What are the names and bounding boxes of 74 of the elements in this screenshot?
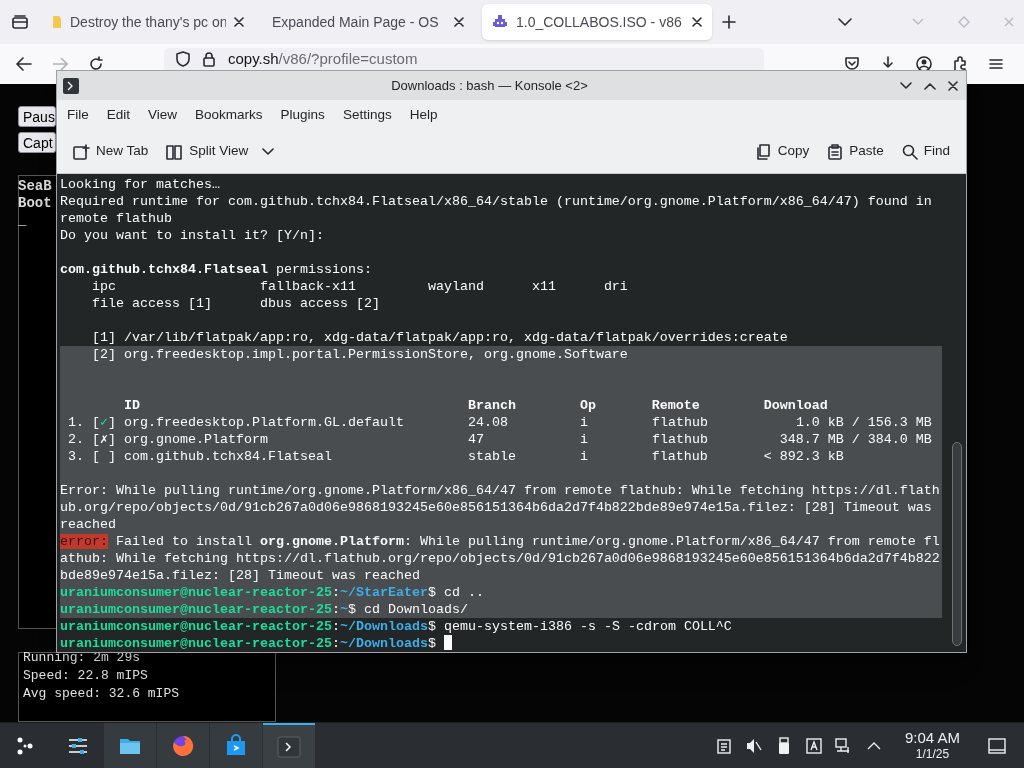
split-view-icon — [166, 143, 184, 160]
terminal-line: uraniumconsumer@nuclear-reactor-25:~/Downloads$ — [60, 635, 942, 652]
extensions-icon[interactable] — [952, 56, 968, 72]
terminal-line: [1] /var/lib/flatpak/app:ro, xdg-data/flatpak/app:ro, xdg-data/flatpak/overrides:create — [91, 329, 789, 346]
terminal-view[interactable] — [57, 174, 966, 652]
chevron-down-icon — [262, 147, 275, 156]
screen-text: SeaB — [18, 178, 52, 195]
close-icon[interactable] — [454, 17, 464, 27]
clock-time[interactable]: 9:04 AM — [904, 729, 960, 746]
toolbar-button[interactable]: New Tab — [67, 136, 155, 167]
terminal-line: com.github.tchx84.Flatseal permissions: — [60, 261, 373, 278]
taskbar-button[interactable] — [104, 722, 156, 768]
account-icon[interactable] — [916, 56, 932, 72]
terminal-icon — [277, 734, 301, 759]
toolbar-button[interactable]: Find — [895, 136, 956, 167]
clipboard-icon[interactable] — [714, 736, 733, 755]
minimize-icon[interactable] — [900, 81, 912, 90]
maximize-icon[interactable] — [924, 81, 936, 90]
terminal-line: file access [1] dbus access [2] — [91, 295, 381, 312]
toolbar-button[interactable]: Copy — [749, 136, 816, 167]
reload-icon[interactable] — [88, 56, 104, 72]
browser-icon — [171, 733, 195, 758]
terminal-icon — [63, 77, 79, 94]
pocket-icon[interactable] — [844, 56, 860, 72]
screen-text: _ — [18, 212, 27, 229]
menu-item[interactable]: Help — [401, 102, 446, 128]
menu-item[interactable]: Plugins — [272, 102, 333, 128]
tab-overview-icon[interactable] — [12, 15, 28, 29]
menu-icon[interactable] — [988, 56, 1004, 72]
menu-item[interactable]: File — [59, 102, 97, 128]
window-title: Downloads : bash — Konsole <2> — [390, 76, 589, 95]
shield-icon — [176, 51, 190, 67]
menu-item[interactable]: Bookmarks — [187, 102, 271, 128]
terminal-line: Required runtime for com.github.tchx84.Flatseal/x86_64/stable (runtime/org.gnome.Platform/x86_64/47) found in — [60, 193, 933, 210]
toolbar-button[interactable]: Paste — [821, 136, 890, 167]
page-button[interactable]: Capt — [18, 132, 56, 153]
browser-tab[interactable]: Expanded Main Page - OS — [262, 4, 474, 40]
menu-item[interactable]: Settings — [334, 102, 400, 128]
copy-icon — [755, 143, 772, 160]
taskbar-button[interactable] — [263, 722, 315, 768]
menu-item[interactable]: Edit — [98, 102, 139, 128]
taskbar-button[interactable] — [157, 722, 209, 768]
stats-text: Avg speed: 32.6 mIPS — [23, 685, 181, 703]
browser-tab[interactable]: Destroy the thany's pc on — [42, 4, 254, 40]
scrollbar-thumb[interactable] — [952, 442, 962, 646]
terminal-line: remote flathub — [60, 210, 173, 227]
terminal-line: uraniumconsumer@nuclear-reactor-25:~/Downloads$ qemu-system-i386 -s -S -cdrom COLL^C — [60, 618, 733, 635]
shopping-bag-icon — [224, 733, 248, 758]
close-icon[interactable] — [948, 80, 958, 91]
menu-item[interactable]: View — [140, 102, 186, 128]
screen-text: Boot — [18, 195, 52, 212]
page-icon — [52, 15, 62, 29]
stats-text: Speed: 22.8 mIPS — [23, 667, 149, 685]
toolbar-button[interactable]: Split View — [160, 136, 281, 167]
clock-date[interactable]: 1/1/25 — [915, 745, 950, 762]
address-bar[interactable]: copy.sh/v86/?profile=custom — [164, 48, 764, 70]
keyboard-layout-icon[interactable] — [804, 736, 823, 755]
close-icon[interactable] — [234, 17, 244, 27]
back-icon[interactable] — [16, 57, 32, 71]
terminal-line: Looking for matches… — [60, 176, 221, 193]
show-desktop-icon[interactable] — [988, 736, 1006, 755]
new-tab-icon[interactable] — [722, 15, 736, 29]
clipboard-icon — [827, 143, 844, 160]
forward-icon — [52, 57, 68, 71]
lock-icon — [202, 51, 216, 67]
search-icon — [901, 143, 918, 160]
close-icon[interactable] — [692, 17, 702, 27]
new-tab-icon — [73, 143, 90, 160]
chevron-down-icon[interactable] — [838, 18, 852, 26]
terminal-line: ipc fallback-x11 wayland x11 dri — [91, 278, 629, 295]
robot-icon — [492, 14, 508, 30]
page-button[interactable]: Paus — [18, 106, 56, 127]
terminal-line: Do you want to install it? [Y/n]: — [60, 227, 325, 244]
browser-tab[interactable]: 1.0_COLLABOS.ISO - v86 — [482, 4, 712, 40]
